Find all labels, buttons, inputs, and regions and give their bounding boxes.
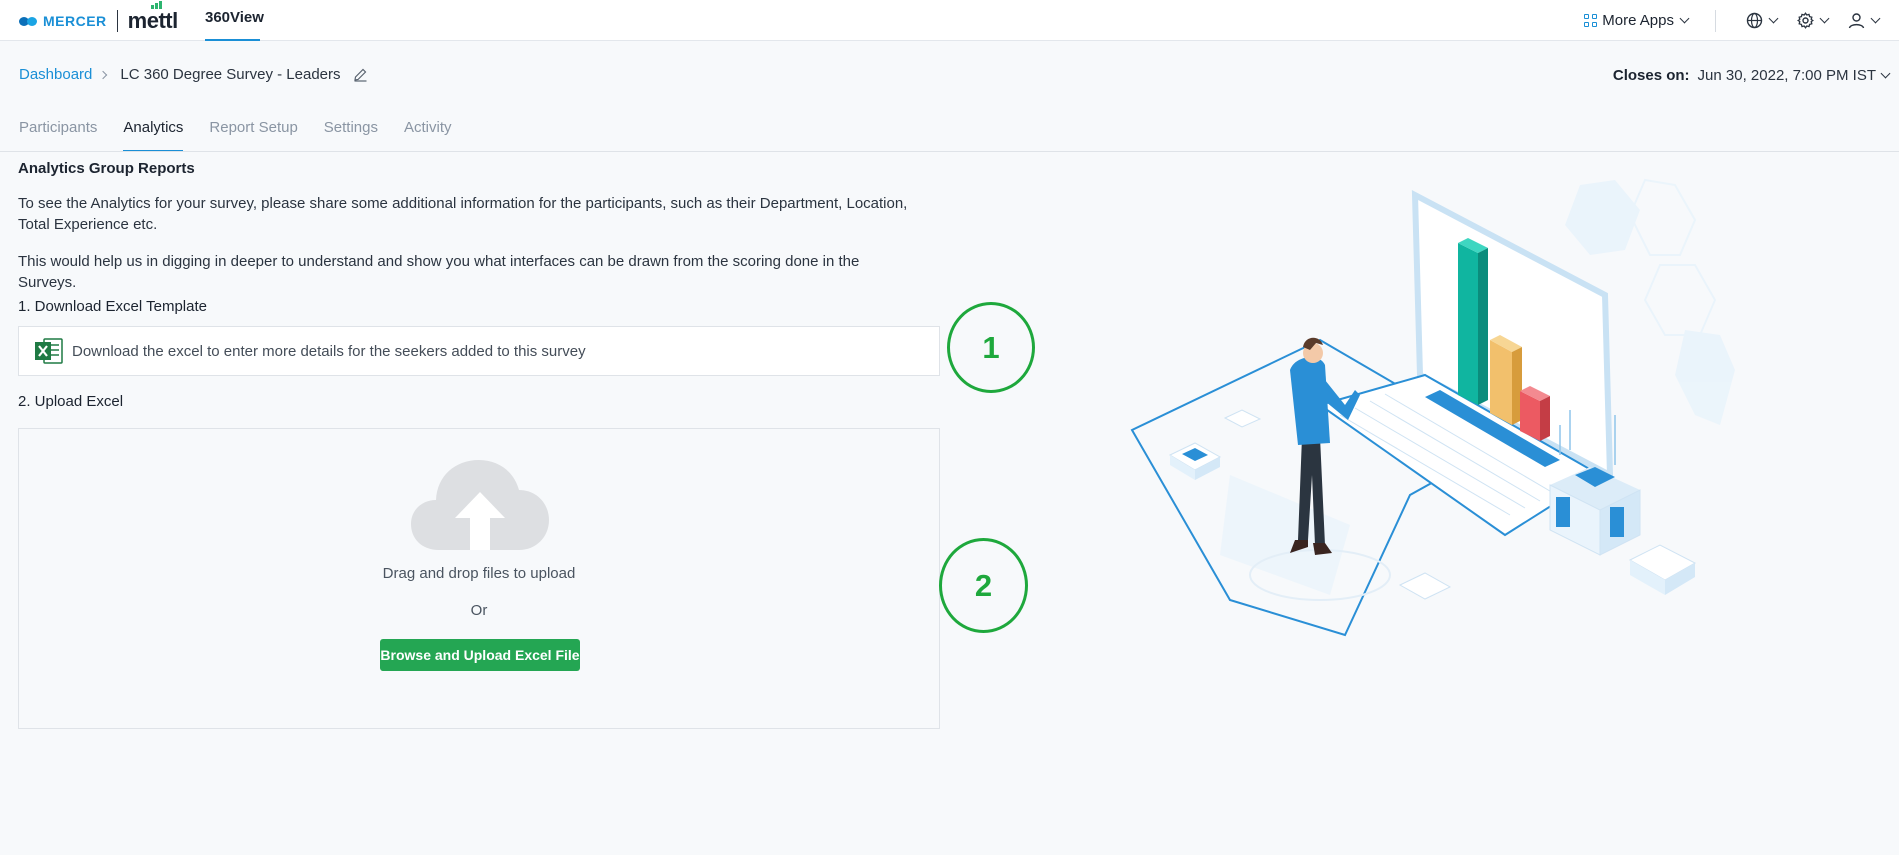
download-template-text: Download the excel to enter more details… [72, 342, 586, 360]
intro-paragraph: To see the Analytics for your survey, pl… [18, 195, 908, 233]
closes-on-label: Closes on: [1612, 67, 1690, 84]
globe-icon [1746, 12, 1763, 29]
tab-settings[interactable]: Settings [324, 107, 378, 152]
breadcrumb: Dashboard LC 360 Degree Survey - Leaders [19, 66, 368, 83]
gear-icon [1797, 12, 1814, 29]
step2-title: 2. Upload Excel [18, 393, 124, 410]
download-template-link[interactable]: Download the excel to enter more details… [18, 326, 940, 376]
annotation-mark-2: 2 [939, 538, 1028, 633]
drag-drop-text: Drag and drop files to upload [382, 565, 576, 582]
tab-analytics[interactable]: Analytics [123, 107, 184, 152]
top-bar: MERCER mettl 360View More Apps [0, 0, 1899, 41]
survey-close-date[interactable]: Closes on: Jun 30, 2022, 7:00 PM IST [1612, 67, 1891, 84]
survey-tabs: Participants Analytics Report Setup Sett… [19, 107, 478, 152]
user-icon [1848, 13, 1865, 29]
browse-upload-button[interactable]: Browse and Upload Excel File [380, 639, 580, 671]
tab-participants[interactable]: Participants [19, 107, 97, 152]
mettl-brand-text: mettl [127, 1, 179, 34]
chevron-down-icon [1819, 13, 1830, 24]
tabs-divider [0, 151, 1899, 152]
tab-report-setup[interactable]: Report Setup [209, 107, 297, 152]
logo-divider [116, 10, 118, 32]
more-apps-label: More Apps [1602, 12, 1674, 29]
app-tab-360view[interactable]: 360View [205, 0, 264, 41]
brand-logo[interactable]: MERCER mettl [19, 1, 179, 34]
breadcrumb-dashboard-link[interactable]: Dashboard [19, 66, 92, 83]
closes-on-value: Jun 30, 2022, 7:00 PM IST [1697, 67, 1876, 84]
or-separator: Or [470, 602, 488, 619]
chevron-down-icon [1768, 13, 1779, 24]
annotation-mark-1: 1 [947, 302, 1035, 393]
chevron-down-icon [1679, 13, 1690, 24]
more-apps-menu[interactable]: More Apps [1584, 12, 1690, 29]
mettl-bars-icon [150, 1, 162, 9]
tab-activity[interactable]: Activity [404, 107, 452, 152]
top-right-actions: More Apps [1584, 0, 1899, 41]
chevron-right-icon [99, 70, 108, 79]
intro-paragraph-2: This would help us in digging in deeper … [18, 253, 860, 291]
chevron-down-icon [1870, 13, 1881, 24]
cloud-upload-icon [411, 460, 549, 550]
mercer-logo-icon [19, 15, 39, 27]
toolbar-divider [1715, 9, 1716, 32]
apps-grid-icon [1584, 14, 1598, 27]
language-menu[interactable] [1746, 12, 1779, 29]
step1-title: 1. Download Excel Template [18, 298, 207, 315]
mercer-brand-text: MERCER [43, 13, 107, 29]
edit-icon[interactable] [353, 67, 368, 82]
upload-dropzone[interactable]: Drag and drop files to upload Or Browse … [18, 428, 940, 729]
survey-title: LC 360 Degree Survey - Leaders [120, 66, 341, 83]
settings-menu[interactable] [1797, 12, 1830, 29]
user-menu[interactable] [1848, 12, 1881, 29]
chevron-down-icon [1880, 68, 1891, 79]
mettl-brand-label: mettl [127, 8, 179, 33]
excel-icon [35, 338, 63, 364]
section-title: Analytics Group Reports [18, 160, 195, 177]
analytics-illustration [1130, 178, 1735, 637]
server-cube-graphic [1549, 467, 1641, 556]
